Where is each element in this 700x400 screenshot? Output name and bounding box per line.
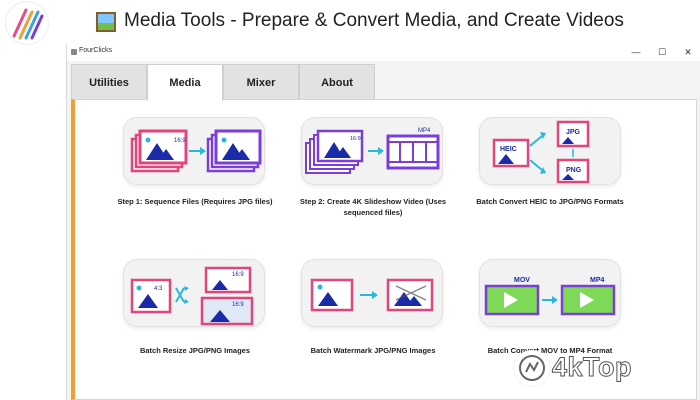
tab-mixer[interactable]: Mixer <box>223 64 299 100</box>
tab-media[interactable]: Media <box>147 64 223 101</box>
watermark-label: Batch Watermark JPG/PNG Images <box>310 346 436 355</box>
window-titlebar: FourClicks — ☐ ✕ <box>67 44 700 61</box>
tab-utilities[interactable]: Utilities <box>71 64 147 100</box>
jpg-badge: JPG <box>566 129 581 136</box>
watermark-logo-icon <box>514 350 550 386</box>
sequence-files-label: Step 1: Sequence Files (Requires JPG fil… <box>117 197 273 206</box>
window-title: FourClicks <box>79 47 113 54</box>
mov-to-mp4-icon: MOV MP4 <box>484 277 616 316</box>
watermark-card[interactable] <box>301 259 443 327</box>
watermark-text: 4kTop <box>551 352 633 383</box>
mov-badge: MOV <box>514 277 530 284</box>
resize-card[interactable]: 4:3 16:9 16:9 <box>123 259 265 327</box>
window-app-icon <box>71 49 77 55</box>
heic-convert-label: Batch Convert HEIC to JPG/PNG Formats <box>476 197 624 206</box>
maximize-button[interactable]: ☐ <box>649 44 675 61</box>
resize-icon: 4:3 16:9 16:9 <box>130 266 254 326</box>
resize-label: Batch Resize JPG/PNG Images <box>139 346 251 355</box>
mp4-badge: MP4 <box>590 277 605 284</box>
mov-to-mp4-card[interactable]: MOV MP4 <box>479 259 621 327</box>
ratio-label: 16:9 <box>174 138 186 144</box>
site-logo-icon <box>6 2 48 44</box>
ratio-label: 16:9 <box>350 136 361 142</box>
page-title: Media Tools - Prepare & Convert Media, a… <box>124 10 624 31</box>
ratio-4-3-badge: 4:3 <box>154 286 163 292</box>
heic-convert-card[interactable]: HEIC JPG PNG <box>479 117 621 185</box>
app-window: FourClicks — ☐ ✕ Utilities Media Mixer A… <box>66 44 700 400</box>
minimize-button[interactable]: — <box>623 44 649 61</box>
slideshow-video-icon: 16:9 MP4 <box>305 128 440 174</box>
png-badge: PNG <box>566 167 582 174</box>
mp4-badge: MP4 <box>418 128 431 134</box>
ratio-16-9-badge: 16:9 <box>232 272 244 278</box>
slideshow-video-label: Step 2: Create 4K Slideshow Video (Uses … <box>299 197 447 217</box>
heic-convert-icon: HEIC JPG PNG <box>492 120 590 184</box>
slideshow-video-card[interactable]: 16:9 MP4 <box>301 117 443 185</box>
tab-about[interactable]: About <box>299 64 375 100</box>
sequence-files-card[interactable]: 16:9 <box>123 117 265 185</box>
watermark-icon <box>310 278 434 312</box>
sequence-files-icon: 16:9 <box>130 129 262 173</box>
close-button[interactable]: ✕ <box>675 44 700 61</box>
app-picture-icon <box>96 12 116 32</box>
site-banner: Media Tools - Prepare & Convert Media, a… <box>0 0 700 44</box>
heic-badge: HEIC <box>500 146 517 153</box>
ratio-16-9-badge: 16:9 <box>232 302 244 308</box>
